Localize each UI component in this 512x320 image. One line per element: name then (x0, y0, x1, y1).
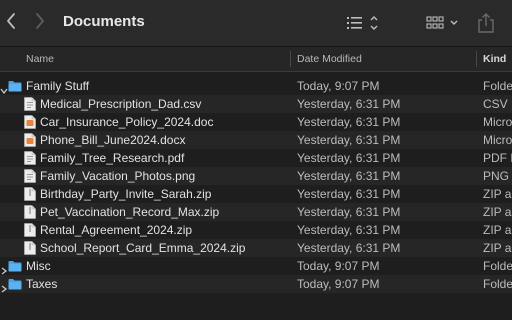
chevron-left-icon (7, 13, 15, 29)
date-modified: Yesterday, 6:31 PM (297, 133, 401, 147)
name-column-header[interactable]: Name (26, 53, 54, 65)
folder-icon (8, 261, 22, 272)
date-modified: Yesterday, 6:31 PM (297, 169, 401, 183)
document-icon (24, 151, 36, 165)
file-kind: PNG image (483, 169, 512, 183)
column-divider[interactable] (476, 51, 477, 67)
document-icon (24, 205, 36, 219)
file-name: Family_Tree_Research.pdf (40, 151, 185, 165)
file-kind: ZIP archive (483, 205, 512, 219)
file-name: Medical_Prescription_Dad.csv (40, 97, 202, 111)
back-button[interactable] (6, 12, 22, 32)
date-modified: Yesterday, 6:31 PM (297, 97, 401, 111)
file-kind: ZIP archive (483, 187, 512, 201)
file-name: Taxes (26, 277, 58, 291)
file-kind: Folder (483, 277, 512, 291)
file-name: Pet_Vaccination_Record_Max.zip (40, 205, 220, 219)
file-name: Rental_Agreement_2024.zip (40, 223, 193, 237)
forward-button[interactable] (35, 12, 51, 32)
folder-icon (8, 81, 22, 92)
file-kind: CSV Document (483, 97, 512, 111)
file-row[interactable]: Medical_Prescription_Dad.csv Yesterday, 6… (0, 95, 512, 113)
file-name: Phone_Bill_June2024.docx (40, 133, 186, 147)
grid-view-icon (426, 16, 458, 29)
share-icon (478, 13, 494, 33)
file-kind: Microsoft Word (483, 115, 512, 129)
date-modified: Yesterday, 6:31 PM (297, 187, 401, 201)
file-row[interactable]: Rental_Agreement_2024.zip Yesterday, 6:31… (0, 221, 512, 239)
document-icon (24, 187, 36, 201)
column-header-bar: Name Date Modified Kind (0, 47, 512, 72)
file-row[interactable]: Family_Vacation_Photos.png Yesterday, 6:3… (0, 167, 512, 185)
column-divider[interactable] (290, 51, 291, 67)
document-icon (24, 169, 36, 183)
toolbar: Documents (0, 0, 512, 47)
folder-row[interactable]: Taxes Today, 9:07 PM Folder (0, 275, 512, 293)
file-name: Family Stuff (26, 79, 90, 93)
date-modified: Today, 9:07 PM (297, 259, 380, 273)
file-name: Family_Vacation_Photos.png (40, 169, 196, 183)
document-icon (24, 133, 36, 147)
folder-icon (8, 277, 22, 295)
share-button[interactable] (476, 12, 496, 34)
file-name: Birthday_Party_Invite_Sarah.zip (40, 187, 212, 201)
document-icon (24, 115, 36, 129)
kind-column-header[interactable]: Kind (483, 53, 506, 65)
folder-row[interactable]: Misc Today, 9:07 PM Folder (0, 257, 512, 275)
file-row[interactable]: School_Report_Card_Emma_2024.zip Yesterda… (0, 239, 512, 257)
chevron-right-icon (36, 13, 44, 29)
folder-icon (8, 279, 22, 290)
file-kind: ZIP archive (483, 241, 512, 255)
document-icon (24, 223, 36, 237)
file-kind: Microsoft Word (483, 133, 512, 147)
file-row[interactable]: Family_Tree_Research.pdf Yesterday, 6:31 … (0, 149, 512, 167)
file-row[interactable]: Pet_Vaccination_Record_Max.zip Yesterday,… (0, 203, 512, 221)
file-kind: Folder (483, 259, 512, 273)
sort-group-button[interactable] (345, 12, 381, 34)
date-column-header[interactable]: Date Modified (297, 53, 362, 65)
file-kind: ZIP archive (483, 223, 512, 237)
file-name: School_Report_Card_Emma_2024.zip (40, 241, 246, 255)
file-kind: Folder (483, 79, 512, 93)
document-icon (24, 241, 36, 255)
file-row[interactable]: Phone_Bill_June2024.docx Yesterday, 6:31 … (0, 131, 512, 149)
disclosure-triangle-icon[interactable] (0, 280, 8, 298)
file-name: Car_Insurance_Policy_2024.doc (40, 115, 214, 129)
date-modified: Yesterday, 6:31 PM (297, 241, 401, 255)
date-modified: Yesterday, 6:31 PM (297, 205, 401, 219)
folder-row[interactable]: Family Stuff Today, 9:07 PM Folder (0, 77, 512, 95)
view-options-button[interactable] (424, 12, 462, 34)
date-modified: Yesterday, 6:31 PM (297, 223, 401, 237)
file-row[interactable]: Birthday_Party_Invite_Sarah.zip Yesterday… (0, 185, 512, 203)
list-sort-icon (347, 16, 378, 30)
file-row[interactable]: Car_Insurance_Policy_2024.doc Yesterday, … (0, 113, 512, 131)
file-name: Misc (26, 259, 51, 273)
document-icon (24, 97, 36, 111)
window-title: Documents (63, 13, 145, 30)
date-modified: Yesterday, 6:31 PM (297, 151, 401, 165)
date-modified: Yesterday, 6:31 PM (297, 115, 401, 129)
file-kind: PDF Document (483, 151, 512, 165)
date-modified: Today, 9:07 PM (297, 277, 380, 291)
date-modified: Today, 9:07 PM (297, 79, 380, 93)
